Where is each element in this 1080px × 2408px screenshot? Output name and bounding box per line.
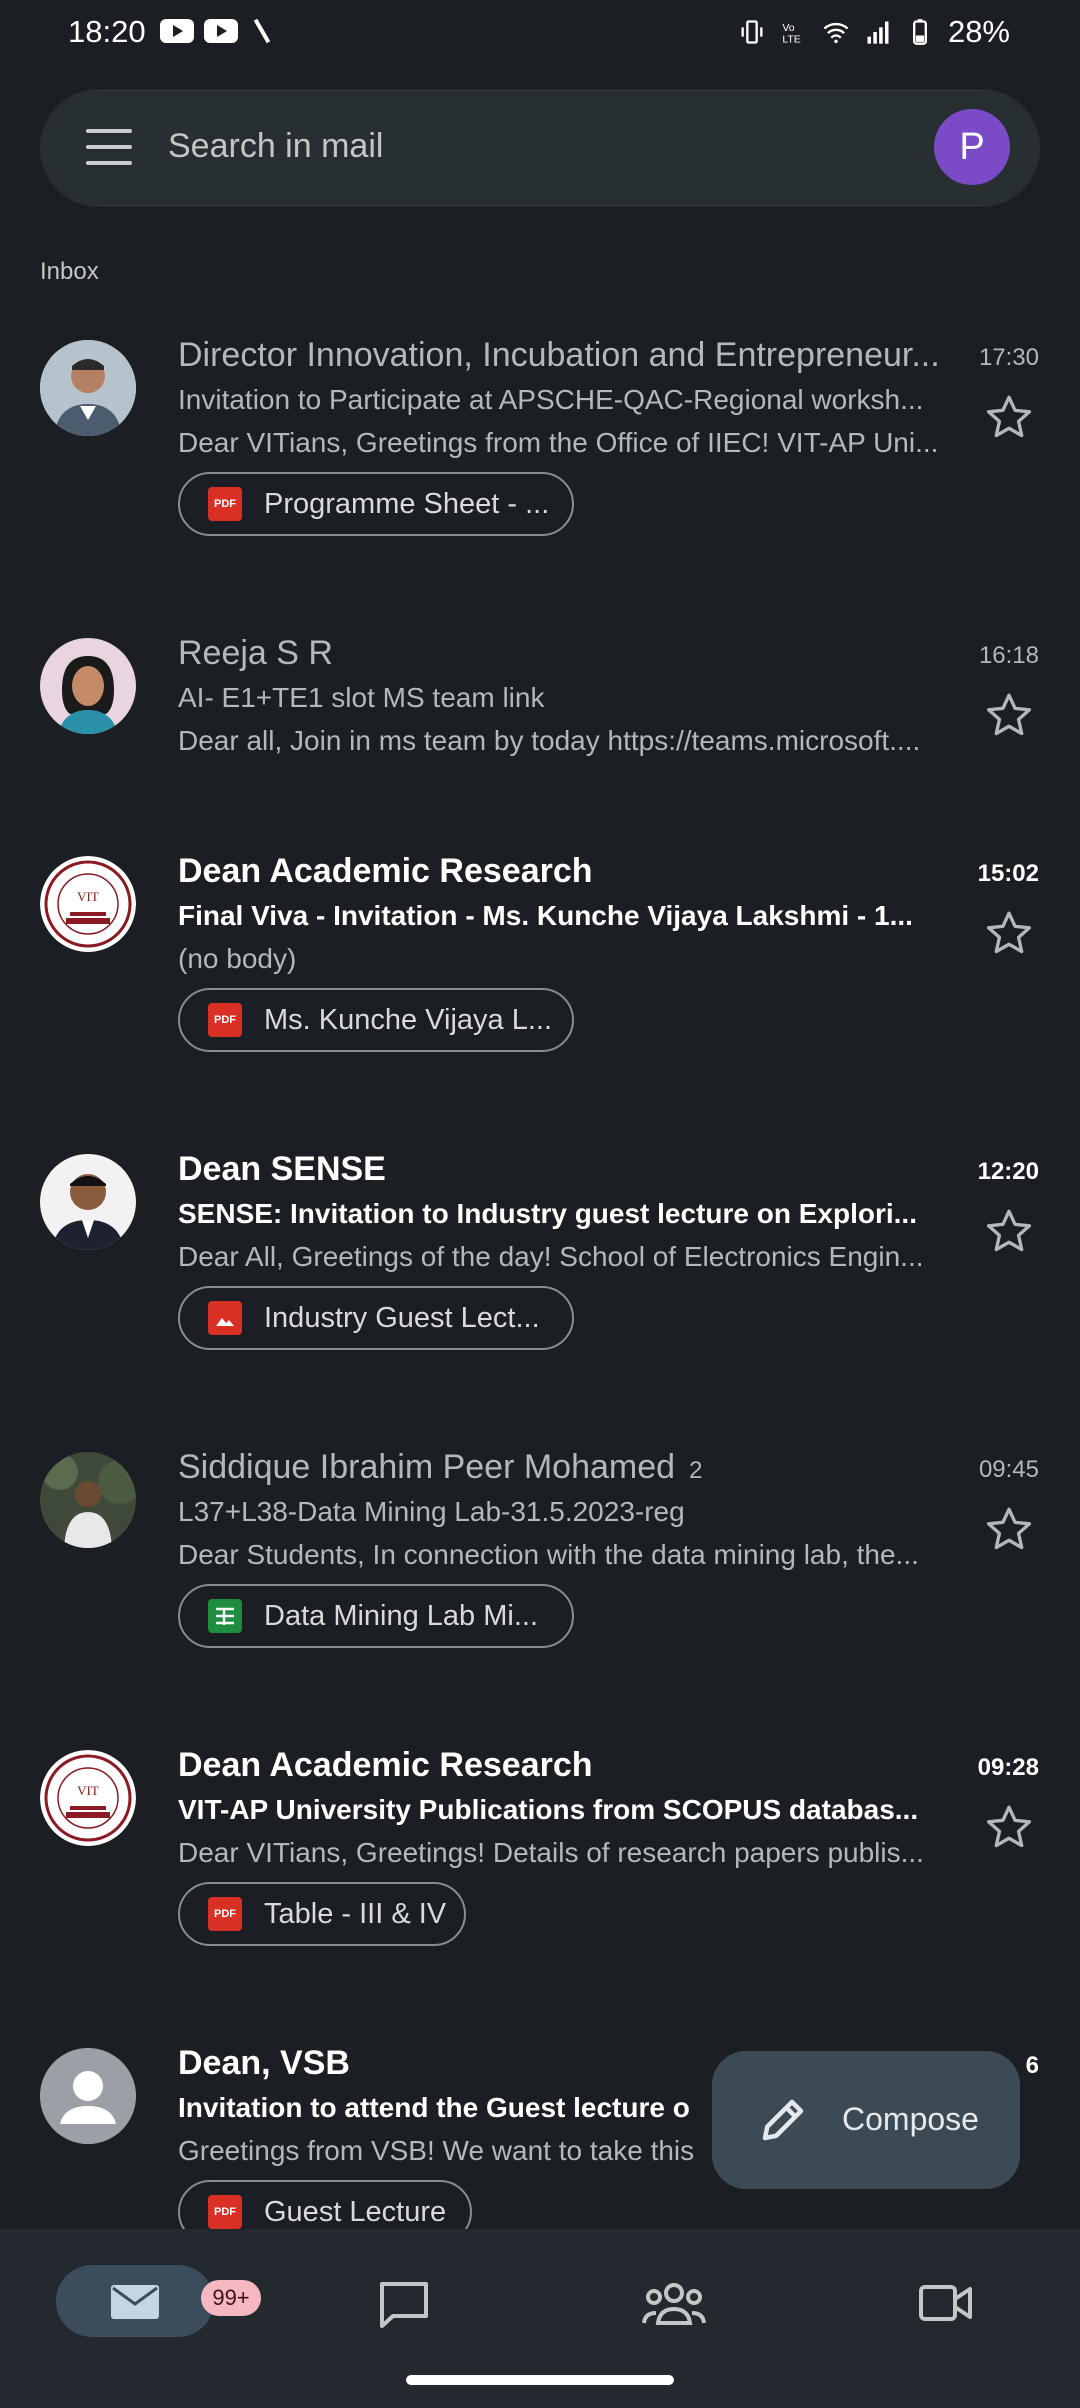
email-time: 09:28 xyxy=(977,1754,1039,1781)
email-snippet: (no body) xyxy=(178,943,297,974)
pdf-icon: PDF xyxy=(208,1897,242,1931)
vibrate-icon xyxy=(741,20,763,44)
email-time: 12:20 xyxy=(977,1158,1039,1185)
pdf-icon: PDF xyxy=(208,487,242,521)
notification-icon xyxy=(253,18,271,44)
sender-name: Director Innovation, Incubation and Entr… xyxy=(178,336,940,374)
attachment-chip[interactable]: PDF Ms. Kunche Vijaya L... xyxy=(178,988,574,1052)
sender-avatar xyxy=(40,638,136,734)
email-snippet: Greetings from VSB! We want to take this xyxy=(178,2135,695,2166)
email-snippet: Dear Students, In connection with the da… xyxy=(178,1539,919,1570)
email-snippet: Dear All, Greetings of the day! School o… xyxy=(178,1241,924,1272)
sender-avatar: VIT xyxy=(40,1750,136,1846)
status-time: 18:20 xyxy=(68,14,146,49)
status-bar: 18:20 Vo LTE 28% xyxy=(0,0,1080,70)
email-time: 15:02 xyxy=(977,860,1039,887)
attachment-name: Ms. Kunche Vijaya L... xyxy=(264,1003,553,1036)
pdf-icon: PDF xyxy=(208,2195,242,2229)
email-subject: Final Viva - Invitation - Ms. Kunche Vij… xyxy=(178,900,913,931)
search-input[interactable]: Search in mail xyxy=(168,127,383,166)
email-time: 09:45 xyxy=(978,1456,1039,1483)
compose-label: Compose xyxy=(842,2101,979,2137)
youtube-notification-icon xyxy=(160,19,194,43)
unread-badge: 99+ xyxy=(201,2280,261,2316)
email-snippet: Dear VITians, Greetings! Details of rese… xyxy=(178,1837,924,1868)
star-icon[interactable] xyxy=(984,908,1034,958)
email-subject: Invitation to attend the Guest lecture o xyxy=(178,2092,690,2123)
menu-icon[interactable] xyxy=(86,129,132,165)
star-icon[interactable] xyxy=(984,1504,1034,1554)
default-avatar-icon xyxy=(40,2048,136,2144)
nav-meet-tab[interactable] xyxy=(890,2265,1000,2337)
email-snippet: Dear all, Join in ms team by today https… xyxy=(178,725,921,756)
sender-name: Dean, VSB xyxy=(178,2044,350,2082)
email-time: 17:30 xyxy=(978,344,1039,371)
pencil-icon xyxy=(762,2099,804,2141)
sheets-icon xyxy=(208,1599,242,1633)
image-icon xyxy=(208,1301,242,1335)
attachment-chip[interactable]: Industry Guest Lect... xyxy=(178,1286,574,1350)
star-icon[interactable] xyxy=(984,1206,1034,1256)
sender-avatar xyxy=(40,1452,136,1548)
pdf-icon: PDF xyxy=(208,1003,242,1037)
battery-percentage: 28% xyxy=(947,14,1010,49)
star-icon[interactable] xyxy=(984,392,1034,442)
attachment-chip[interactable]: PDF Programme Sheet - ... xyxy=(178,472,574,536)
attachment-name: Programme Sheet - ... xyxy=(264,487,550,520)
attachment-name: Data Mining Lab Mi... xyxy=(264,1599,539,1632)
wifi-icon xyxy=(823,22,849,44)
star-icon[interactable] xyxy=(984,1802,1034,1852)
sender-name: Siddique Ibrahim Peer Mohamed 2 xyxy=(178,1448,703,1486)
home-indicator[interactable] xyxy=(406,2375,674,2385)
chat-icon xyxy=(380,2282,428,2328)
sender-avatar: VIT xyxy=(40,856,136,952)
battery-icon xyxy=(912,19,927,45)
compose-button[interactable]: Compose xyxy=(712,2051,1020,2189)
nav-chat-tab[interactable] xyxy=(349,2265,459,2337)
signal-icon xyxy=(867,21,889,44)
youtube-notification-icon xyxy=(204,19,238,43)
attachment-chip[interactable]: PDF Table - III & IV xyxy=(178,1882,466,1946)
svg-text:VIT: VIT xyxy=(77,1783,99,1798)
sender-name: Dean SENSE xyxy=(178,1150,386,1188)
nav-spaces-tab[interactable] xyxy=(619,2265,729,2337)
mail-icon xyxy=(111,2285,159,2319)
attachment-name: Guest Lecture xyxy=(264,2195,447,2228)
star-icon[interactable] xyxy=(984,690,1034,740)
sender-name: Dean Academic Research xyxy=(178,852,593,890)
svg-text:Vo: Vo xyxy=(782,22,794,34)
email-subject: SENSE: Invitation to Industry guest lect… xyxy=(178,1198,917,1229)
attachment-chip[interactable]: Data Mining Lab Mi... xyxy=(178,1584,574,1648)
email-time: 16:18 xyxy=(978,642,1039,669)
sender-avatar xyxy=(40,340,136,436)
email-time: 6 xyxy=(1025,2052,1039,2079)
email-subject: L37+L38-Data Mining Lab-31.5.2023-reg xyxy=(178,1496,685,1527)
nav-mail-tab[interactable]: 99+ xyxy=(56,2265,261,2337)
email-subject: Invitation to Participate at APSCHE-QAC-… xyxy=(178,384,924,415)
sender-avatar xyxy=(40,1154,136,1250)
sender-name: Dean Academic Research xyxy=(178,1746,593,1784)
search-bar[interactable]: Search in mail P xyxy=(40,89,1040,207)
inbox-label: Inbox xyxy=(40,258,99,285)
account-avatar[interactable]: P xyxy=(934,109,1010,185)
attachment-name: Table - III & IV xyxy=(264,1897,447,1930)
people-icon xyxy=(642,2283,706,2325)
email-subject: VIT-AP University Publications from SCOP… xyxy=(178,1794,919,1825)
svg-text:LTE: LTE xyxy=(782,34,800,46)
thread-count: 2 xyxy=(689,1457,703,1484)
svg-text:VIT: VIT xyxy=(77,889,99,904)
email-subject: AI- E1+TE1 slot MS team link xyxy=(178,682,545,713)
sender-name: Reeja S R xyxy=(178,634,333,672)
attachment-name: Industry Guest Lect... xyxy=(264,1301,540,1334)
video-camera-icon xyxy=(919,2285,972,2321)
email-snippet: Dear VITians, Greetings from the Office … xyxy=(178,427,939,458)
volte-icon: VoLTE xyxy=(782,22,800,46)
